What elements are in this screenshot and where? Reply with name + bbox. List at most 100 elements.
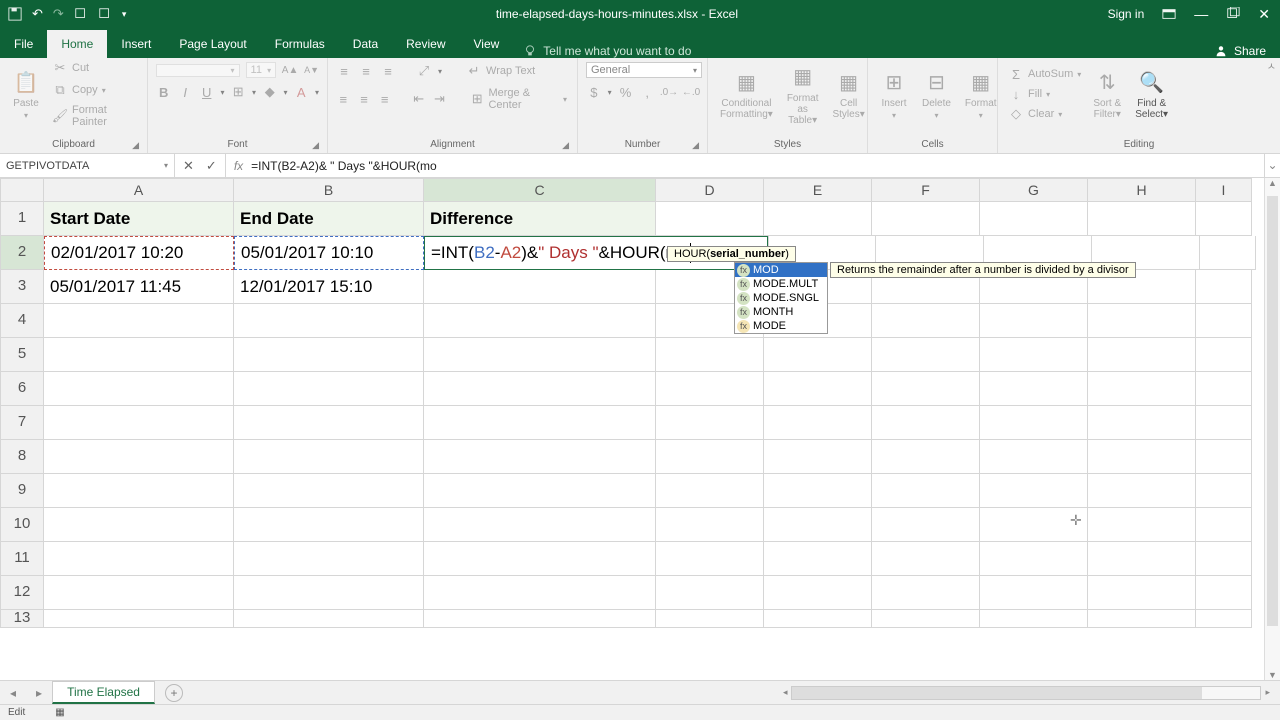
borders-icon[interactable]: ⊞ [230,84,245,100]
orientation-icon[interactable]: ⤢ [416,63,432,79]
font-name-combo[interactable]: ▾ [156,64,240,77]
bold-icon[interactable]: B [156,84,171,100]
cell[interactable] [764,610,872,628]
row-header[interactable]: 8 [0,440,44,474]
cell[interactable] [234,304,424,338]
cell[interactable] [424,610,656,628]
row-header[interactable]: 9 [0,474,44,508]
cell[interactable] [1200,236,1256,270]
cell[interactable] [424,406,656,440]
cell[interactable] [234,338,424,372]
row-header[interactable]: 10 [0,508,44,542]
signin-link[interactable]: Sign in [1108,7,1145,21]
collapse-ribbon-icon[interactable]: ㅅ [1267,58,1276,73]
cell[interactable] [1088,338,1196,372]
cell[interactable] [44,508,234,542]
maximize-icon[interactable] [1226,7,1240,21]
cell[interactable] [424,542,656,576]
ac-item-month[interactable]: fxMONTH [735,305,827,319]
ac-item-mode[interactable]: fxMODE [735,319,827,333]
cell[interactable] [1196,270,1252,304]
cell[interactable] [980,304,1088,338]
cell[interactable] [44,576,234,610]
ribbon-options-icon[interactable] [1162,7,1176,21]
cell[interactable] [872,576,980,610]
indent-dec-icon[interactable]: ⇤ [411,91,426,107]
row-header[interactable]: 11 [0,542,44,576]
ac-item-modesngl[interactable]: fxMODE.SNGL [735,291,827,305]
col-header-e[interactable]: E [764,178,872,202]
cell[interactable] [656,372,764,406]
cell[interactable] [44,610,234,628]
cell[interactable] [980,372,1088,406]
font-color-icon[interactable]: A [293,84,308,100]
align-center-icon[interactable]: ≡ [357,91,372,107]
tab-view[interactable]: View [460,30,514,58]
col-header-d[interactable]: D [656,178,764,202]
insert-cells-button[interactable]: ⊞Insert▾ [876,66,912,122]
decrease-font-icon[interactable]: A▼ [304,62,319,78]
undo-icon[interactable]: ↶ [32,6,43,22]
save-icon[interactable] [8,7,22,21]
cell[interactable] [424,474,656,508]
share-button[interactable]: Share [1200,44,1280,58]
ac-item-modemult[interactable]: fxMODE.MULT [735,277,827,291]
delete-cells-button[interactable]: ⊟Delete▾ [918,66,955,122]
cell[interactable] [424,508,656,542]
close-icon[interactable]: ✕ [1258,6,1270,23]
launcher-icon[interactable]: ◢ [132,140,139,151]
cell[interactable] [1196,372,1252,406]
col-header-a[interactable]: A [44,178,234,202]
clear-button[interactable]: ◇Clear▾ [1006,105,1083,123]
cell[interactable] [1088,542,1196,576]
cell[interactable] [872,338,980,372]
cell[interactable] [764,474,872,508]
cell[interactable] [872,508,980,542]
col-header-f[interactable]: F [872,178,980,202]
row-header[interactable]: 13 [0,610,44,628]
cell[interactable] [656,610,764,628]
cell-c1[interactable]: Difference [424,202,656,236]
cell[interactable] [764,406,872,440]
cell[interactable] [44,338,234,372]
cell[interactable] [656,338,764,372]
cell[interactable] [234,406,424,440]
cell-styles-button[interactable]: ▦CellStyles▾ [828,66,868,122]
cell[interactable] [234,576,424,610]
align-bottom-icon[interactable]: ≡ [380,63,396,79]
col-header-b[interactable]: B [234,178,424,202]
cell[interactable] [1196,474,1252,508]
cell[interactable] [424,304,656,338]
cell[interactable] [44,542,234,576]
row-header[interactable]: 2 [0,236,44,270]
cell[interactable] [764,576,872,610]
cell[interactable] [1196,576,1252,610]
sort-filter-button[interactable]: ⇅Sort &Filter▾ [1089,66,1125,122]
cell[interactable] [424,270,656,304]
cell[interactable] [656,576,764,610]
cell[interactable] [980,338,1088,372]
format-painter-button[interactable]: 🖌Format Painter [50,103,139,129]
add-sheet-button[interactable]: + [165,684,183,702]
cell[interactable] [424,440,656,474]
find-select-button[interactable]: 🔍Find &Select▾ [1131,66,1172,122]
macro-rec-icon[interactable]: ▦ [55,707,64,718]
cell[interactable] [764,542,872,576]
cell[interactable] [872,610,980,628]
copy-button[interactable]: ⧉Copy▾ [50,81,139,99]
qat-icon-1[interactable] [74,7,88,21]
merge-center-button[interactable]: ⊞Merge & Center▾ [468,86,569,112]
align-top-icon[interactable]: ≡ [336,63,352,79]
cell[interactable] [1088,406,1196,440]
row-header[interactable]: 4 [0,304,44,338]
cell[interactable] [44,406,234,440]
cell[interactable] [1196,542,1252,576]
format-cells-button[interactable]: ▦Format▾ [961,66,1001,122]
cell[interactable] [44,304,234,338]
cell[interactable] [234,610,424,628]
enter-formula-icon[interactable]: ✓ [206,158,217,174]
font-size-combo[interactable]: 11▾ [246,62,277,78]
cell[interactable] [234,508,424,542]
tab-insert[interactable]: Insert [107,30,165,58]
italic-icon[interactable]: I [177,84,192,100]
